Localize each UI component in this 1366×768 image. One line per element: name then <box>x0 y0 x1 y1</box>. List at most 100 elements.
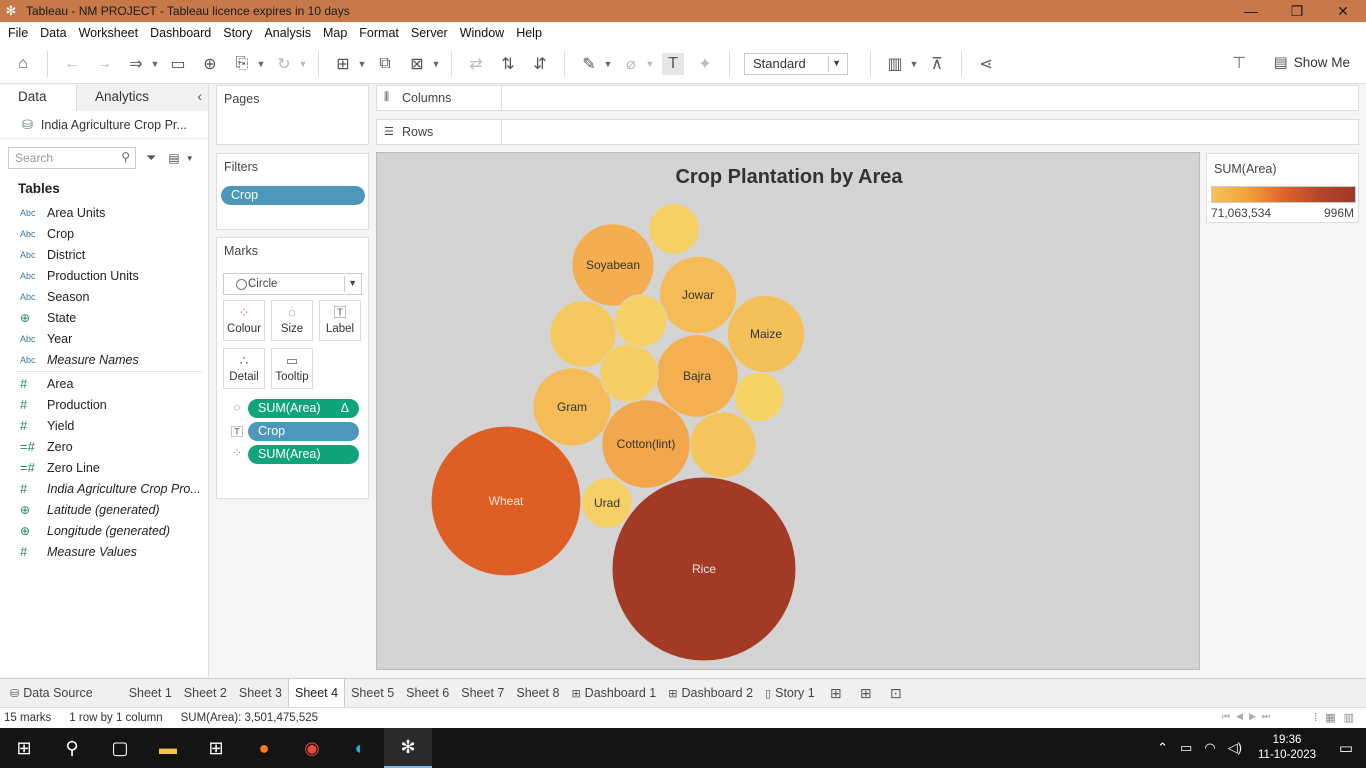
mark-type-select[interactable]: Circle ▼ <box>223 273 362 295</box>
field-measure-names[interactable]: Abc Measure Names <box>0 349 208 370</box>
new-datasource-icon[interactable]: ⊕ <box>199 53 221 75</box>
start-icon[interactable]: ⊞ <box>0 728 48 768</box>
bubble-circle[interactable] <box>648 203 700 255</box>
duplicate-sheet-icon[interactable]: ⧉ <box>374 53 396 75</box>
filters-card[interactable]: Filters Crop <box>216 153 369 230</box>
home-icon[interactable]: ⌂ <box>12 53 34 75</box>
tab-dashboard-1[interactable]: ⊞ Dashboard 1 <box>565 679 662 707</box>
menu-server[interactable]: Server <box>407 26 456 40</box>
bubble-cotton-lint-[interactable]: Cotton(lint) <box>601 399 691 489</box>
marks-pill-label[interactable]: Crop <box>248 422 359 441</box>
refresh-dropdown-icon[interactable]: ▼ <box>298 53 308 75</box>
bubble-circle[interactable] <box>614 294 668 348</box>
group-members-icon[interactable]: ⌀ <box>620 53 642 75</box>
show-mark-labels-icon[interactable]: T <box>662 52 684 75</box>
search-input[interactable]: Search ⚲ <box>8 147 136 169</box>
tab-sheet-2[interactable]: Sheet 2 <box>178 679 233 707</box>
share-icon[interactable]: ⋖ <box>975 53 997 75</box>
search-icon[interactable]: ⚲ <box>48 728 96 768</box>
new-story-icon[interactable]: ⊡ <box>881 685 911 702</box>
show-me-button[interactable]: ▤ Show Me <box>1274 53 1350 71</box>
battery-icon[interactable]: ▭ <box>1180 740 1192 756</box>
edge-icon[interactable]: ◐ <box>336 728 384 768</box>
field-season[interactable]: Abc Season <box>0 286 208 307</box>
file-explorer-icon[interactable]: ▬ <box>144 728 192 768</box>
columns-shelf[interactable]: ⫼ Columns <box>376 85 1359 111</box>
task-view-icon[interactable]: ▢ <box>96 728 144 768</box>
format-workbook-icon[interactable]: ⊤ <box>1232 53 1246 73</box>
field-production-units[interactable]: Abc Production Units <box>0 265 208 286</box>
clock[interactable]: 19:36 11-10-2023 <box>1258 733 1316 763</box>
replay-icon[interactable]: ⇒ <box>125 53 147 75</box>
field-india-agriculture-crop-pro[interactable]: # India Agriculture Crop Pro... <box>0 478 208 499</box>
marks-pill-colour[interactable]: SUM(Area) <box>248 445 359 464</box>
field-state[interactable]: ⊕ State <box>0 307 208 328</box>
tab-sheet-8[interactable]: Sheet 8 <box>510 679 565 707</box>
notification-icon[interactable]: ▭ <box>1326 739 1366 757</box>
marks-pill-size[interactable]: SUM(Area) Δ <box>248 399 359 418</box>
bubble-wheat[interactable]: Wheat <box>430 425 582 577</box>
bubble-jowar[interactable]: Jowar <box>658 255 738 335</box>
bubble-bajra[interactable]: Bajra <box>655 334 739 418</box>
menu-format[interactable]: Format <box>355 26 407 40</box>
field-district[interactable]: Abc District <box>0 244 208 265</box>
bubble-unlabeled-10[interactable] <box>599 343 659 403</box>
clear-sheet-icon[interactable]: ⊠ <box>406 53 428 75</box>
menu-file[interactable]: File <box>4 26 36 40</box>
menu-analysis[interactable]: Analysis <box>260 26 319 40</box>
new-dashboard-icon[interactable]: ⊞ <box>851 685 881 702</box>
sheet-navigation-icons[interactable]: ⏮◀▶⏭ <box>1222 711 1276 722</box>
undo-icon[interactable]: ← <box>61 53 83 75</box>
new-worksheet-icon[interactable]: ⊞ <box>821 685 851 702</box>
tab-sheet-5[interactable]: Sheet 5 <box>345 679 400 707</box>
menu-dashboard[interactable]: Dashboard <box>146 26 219 40</box>
bubble-circle[interactable] <box>599 343 659 403</box>
clear-dropdown-icon[interactable]: ▼ <box>431 53 441 75</box>
pause-updates-icon[interactable]: ⎘ <box>231 53 253 75</box>
viz-canvas[interactable]: Crop Plantation by Area Rice Wheat Cotton(… <box>376 152 1200 670</box>
fix-axes-icon[interactable]: ✦ <box>694 53 716 75</box>
tab-sheet-3[interactable]: Sheet 3 <box>233 679 288 707</box>
menu-story[interactable]: Story <box>219 26 260 40</box>
chevron-up-icon[interactable]: ⌃ <box>1157 740 1168 756</box>
filter-icon[interactable]: ⏷ <box>146 150 156 166</box>
refresh-icon[interactable]: ↻ <box>273 53 295 75</box>
bubble-unlabeled-14[interactable] <box>733 371 785 423</box>
chevron-down-icon[interactable]: ▼ <box>186 154 194 163</box>
filter-pill-crop[interactable]: Crop <box>221 186 365 205</box>
field-crop[interactable]: Abc Crop <box>0 223 208 244</box>
size-button[interactable]: ◌ Size <box>271 300 313 341</box>
bubble-maize[interactable]: Maize <box>726 294 806 374</box>
chrome-icon[interactable]: ◉ <box>288 728 336 768</box>
bubble-circle[interactable] <box>689 411 757 479</box>
tab-analytics[interactable]: Analytics <box>77 85 208 111</box>
fit-select[interactable]: Standard ▼ <box>744 52 848 75</box>
rows-shelf[interactable]: ☰ Rows <box>376 119 1359 145</box>
color-legend[interactable]: SUM(Area) 71,063,534 996M <box>1206 153 1359 223</box>
tooltip-button[interactable]: ▭ Tooltip <box>271 348 313 389</box>
bubble-soyabean[interactable]: Soyabean <box>571 223 655 307</box>
bubble-circle[interactable] <box>733 371 785 423</box>
field-production[interactable]: # Production <box>0 394 208 415</box>
presentation-mode-icon[interactable]: ⊼ <box>926 53 948 75</box>
field-zero[interactable]: =# Zero <box>0 436 208 457</box>
bubble-unlabeled-9[interactable] <box>689 411 757 479</box>
field-measure-values[interactable]: # Measure Values <box>0 541 208 562</box>
field-year[interactable]: Abc Year <box>0 328 208 349</box>
tab-story-1[interactable]: ▯ Story 1 <box>759 679 821 707</box>
field-yield[interactable]: # Yield <box>0 415 208 436</box>
tab-sheet-7[interactable]: Sheet 7 <box>455 679 510 707</box>
tableau-task-icon[interactable]: ✻ <box>384 728 432 768</box>
show-cards-icon[interactable]: ▥ <box>884 53 906 75</box>
save-icon[interactable]: ▭ <box>167 53 189 75</box>
field-area[interactable]: # Area <box>0 373 208 394</box>
restore-button[interactable]: ❐ <box>1274 0 1320 22</box>
close-button[interactable]: ✕ <box>1320 0 1366 22</box>
pause-dropdown-icon[interactable]: ▼ <box>256 53 266 75</box>
highlight-icon[interactable]: ✎ <box>578 53 600 75</box>
group-dropdown-icon[interactable]: ▼ <box>645 53 655 75</box>
bubble-chart[interactable]: Rice Wheat Cotton(lint) Soyabean Bajra Gram Jo… <box>377 153 1201 671</box>
menu-data[interactable]: Data <box>36 26 74 40</box>
minimize-button[interactable]: — <box>1228 0 1274 22</box>
view-mode-icons[interactable]: ⁞▦▥ <box>1314 711 1362 724</box>
